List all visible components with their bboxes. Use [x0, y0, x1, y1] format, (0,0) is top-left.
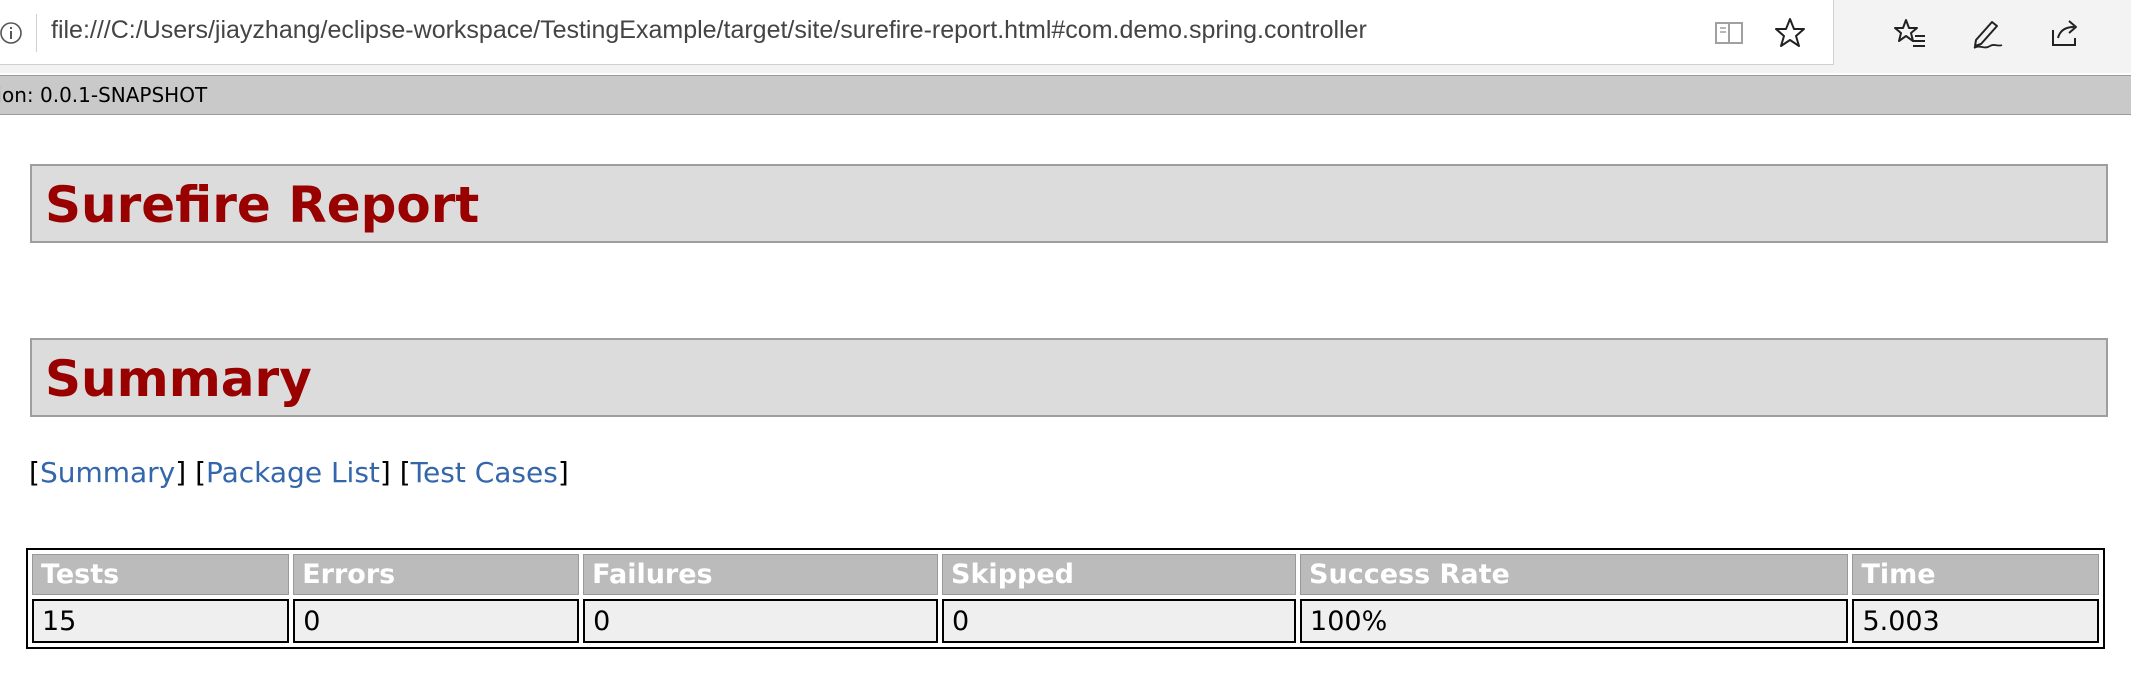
project-version-bar: sion: 0.0.1-SNAPSHOT [0, 75, 2131, 115]
summary-section: Summary [30, 338, 2108, 417]
summary-table: Tests Errors Failures Skipped Success Ra… [26, 548, 2105, 649]
url-text[interactable]: file:///C:/Users/jiayzhang/eclipse-works… [51, 16, 1367, 45]
project-version-text: sion: 0.0.1-SNAPSHOT [0, 83, 208, 107]
table-row: 15 0 0 0 100% 5.003 [32, 599, 2099, 643]
header-success-rate: Success Rate [1300, 554, 1849, 595]
bracket-sep-2: ] [ [379, 456, 411, 489]
summary-link[interactable]: Summary [40, 456, 175, 489]
cell-errors: 0 [293, 599, 580, 643]
header-errors: Errors [293, 554, 580, 595]
report-title: Surefire Report [45, 176, 480, 234]
cell-success-rate: 100% [1300, 599, 1849, 643]
package-list-link[interactable]: Package List [206, 456, 380, 489]
url-separator [36, 14, 37, 52]
info-icon[interactable] [0, 21, 23, 45]
header-tests: Tests [32, 554, 290, 595]
header-failures: Failures [583, 554, 939, 595]
cell-tests: 15 [32, 599, 290, 643]
summary-heading: Summary [45, 350, 312, 408]
favorite-star-icon[interactable] [1773, 16, 1807, 50]
header-time: Time [1852, 554, 2099, 595]
web-note-pen-icon[interactable] [1970, 16, 2004, 50]
favorites-list-icon[interactable] [1893, 16, 1927, 50]
table-header-row: Tests Errors Failures Skipped Success Ra… [32, 554, 2099, 595]
report-title-section: Surefire Report [30, 164, 2108, 243]
report-nav-links: [Summary] [Package List] [Test Cases] [29, 456, 569, 489]
cell-failures: 0 [583, 599, 939, 643]
browser-address-bar: file:///C:/Users/jiayzhang/eclipse-works… [0, 0, 2131, 73]
test-cases-link[interactable]: Test Cases [411, 456, 558, 489]
share-icon[interactable] [2048, 16, 2082, 50]
url-field-container[interactable]: file:///C:/Users/jiayzhang/eclipse-works… [0, 0, 1834, 65]
header-skipped: Skipped [942, 554, 1297, 595]
cell-skipped: 0 [942, 599, 1297, 643]
bracket-open: [ [29, 456, 40, 489]
bracket-sep-1: ] [ [175, 456, 206, 489]
reading-view-icon[interactable] [1712, 16, 1746, 50]
cell-time: 5.003 [1852, 599, 2099, 643]
bracket-close: ] [557, 456, 569, 489]
